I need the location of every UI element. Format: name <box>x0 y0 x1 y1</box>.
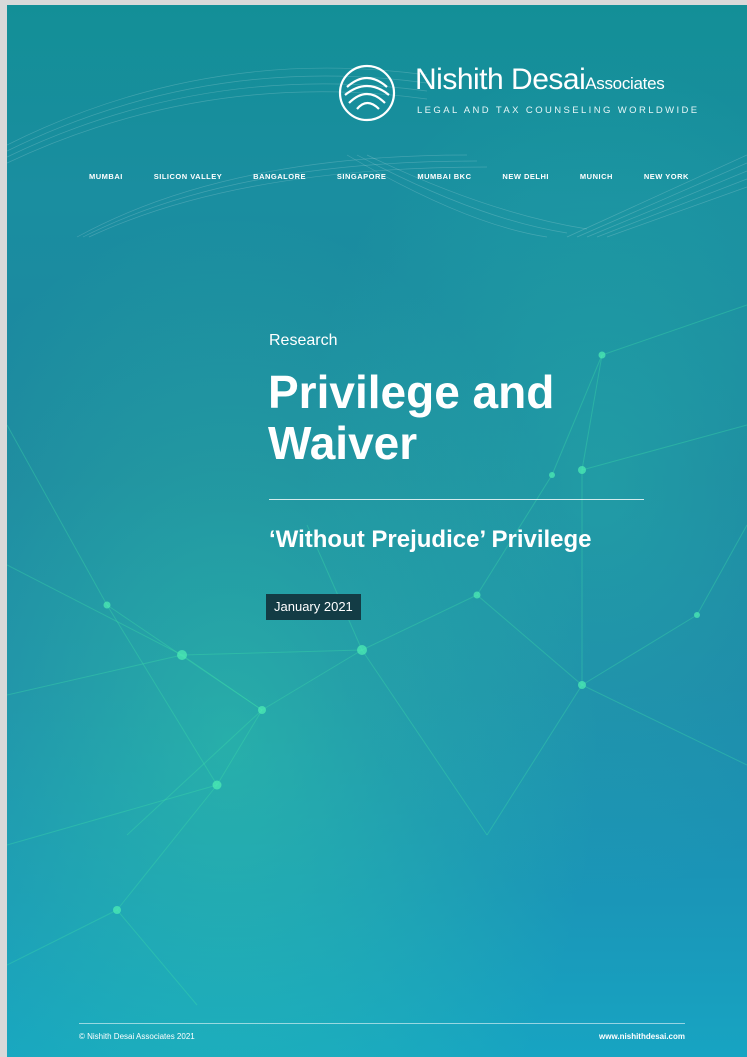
office-item: NEW DELHI <box>502 172 550 181</box>
page-subtitle: ‘Without Prejudice’ Privilege <box>269 526 592 553</box>
office-item: MUMBAI <box>89 172 123 181</box>
date-badge: January 2021 <box>266 594 361 620</box>
document-type-label: Research <box>269 332 338 349</box>
office-item: MUMBAI BKC <box>417 172 472 181</box>
copyright-text: © Nishith Desai Associates 2021 <box>79 1032 195 1041</box>
brand-main: Nishith Desai <box>415 63 586 96</box>
website-link[interactable]: www.nishithdesai.com <box>599 1032 685 1041</box>
office-item: MUNICH <box>579 172 613 181</box>
office-item: SINGAPORE <box>336 172 387 181</box>
page-title: Privilege and Waiver <box>268 366 555 469</box>
office-item: SILICON VALLEY <box>153 172 223 181</box>
footer-divider <box>79 1023 685 1024</box>
office-item: BANGALORE <box>253 172 307 181</box>
office-item: NEW YORK <box>643 172 689 181</box>
office-list: MUMBAI SILICON VALLEY BANGALORE SINGAPOR… <box>89 172 689 181</box>
title-divider <box>269 499 644 500</box>
brand-name: Nishith DesaiAssociates <box>415 63 665 96</box>
cover-page: Nishith DesaiAssociates LEGAL AND TAX CO… <box>7 5 747 1057</box>
logo-mark-icon <box>338 64 396 122</box>
firm-logo: Nishith DesaiAssociates LEGAL AND TAX CO… <box>337 63 717 127</box>
tagline: LEGAL AND TAX COUNSELING WORLDWIDE <box>417 105 700 116</box>
brand-suffix: Associates <box>585 74 665 93</box>
